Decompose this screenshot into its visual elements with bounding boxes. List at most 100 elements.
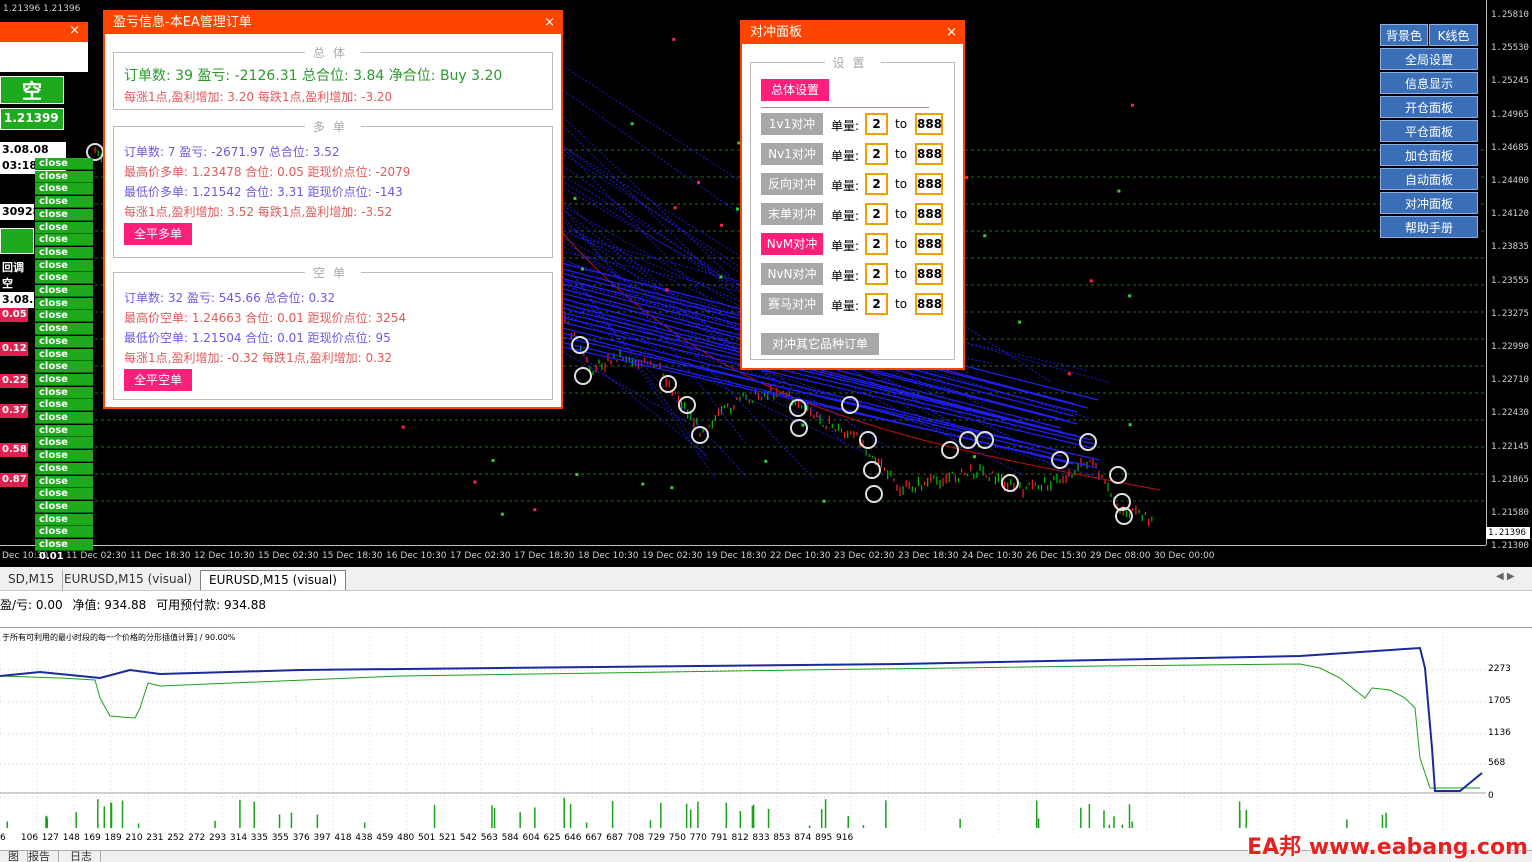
to-input[interactable]: 888: [915, 173, 943, 195]
close-order-button[interactable]: close 0.01: [35, 361, 93, 384]
bottom-tab-3[interactable]: 日志: [62, 851, 101, 862]
hedge-other-symbol-button[interactable]: 对冲其它品种订单: [761, 333, 879, 355]
to-input[interactable]: 888: [915, 113, 943, 135]
close-order-button[interactable]: close 0.01: [35, 513, 93, 537]
close-order-button[interactable]: close 0.01: [35, 488, 93, 511]
menu-item-2[interactable]: 信息显示: [1380, 72, 1478, 94]
short-button[interactable]: 空: [0, 76, 64, 104]
menu-item-3[interactable]: 开仓面板: [1380, 96, 1478, 118]
qty-input[interactable]: 2: [865, 143, 888, 165]
menu-item-4[interactable]: 平仓面板: [1380, 120, 1478, 142]
to-input[interactable]: 888: [915, 263, 943, 285]
close-order-button[interactable]: close 0.01: [35, 462, 93, 486]
qty-input[interactable]: 2: [865, 173, 888, 195]
close-order-button[interactable]: close 0.01: [35, 539, 93, 562]
to-input[interactable]: 888: [915, 203, 943, 225]
menu-item-8[interactable]: 帮助手册: [1380, 216, 1478, 238]
price-tick-label: 1.23275: [1491, 308, 1529, 319]
hedge-mode-button[interactable]: Nv1对冲: [761, 143, 823, 165]
close-all-long-button[interactable]: 全平多单: [124, 223, 192, 245]
close-order-button[interactable]: close 0.01: [35, 323, 93, 346]
close-order-button[interactable]: close 0.01: [35, 386, 93, 410]
close-order-button[interactable]: close 0.01: [35, 272, 93, 295]
tab-chart-3[interactable]: EURUSD,M15 (visual): [200, 570, 346, 590]
close-order-button[interactable]: close 0.01: [35, 399, 93, 422]
overall-settings-button[interactable]: 总体设置: [761, 79, 829, 101]
candle-color-button[interactable]: K线色: [1429, 24, 1478, 46]
close-order-button[interactable]: close 0.01: [35, 158, 93, 181]
hedge-panel-header[interactable]: 对冲面板 ×: [742, 22, 963, 44]
close-order-button[interactable]: close 0.01: [35, 412, 93, 435]
time-tick-label: 17 Dec 02:30: [450, 551, 511, 561]
bottom-tab-2[interactable]: 报告: [20, 851, 59, 862]
tab-chart-1[interactable]: SD,M15: [0, 570, 64, 590]
close-order-button[interactable]: close 0.01: [35, 183, 93, 206]
close-order-button[interactable]: close 0.01: [35, 348, 93, 372]
section-title: 设置: [824, 54, 881, 71]
close-order-button[interactable]: close 0.01: [35, 285, 93, 308]
qty-label: 单量:: [831, 269, 860, 283]
close-order-button[interactable]: close 0.01: [35, 335, 93, 359]
close-order-button[interactable]: close 0.01: [35, 437, 93, 460]
close-order-button[interactable]: close 0.01: [35, 310, 93, 333]
close-order-button[interactable]: close 0.01: [35, 246, 93, 270]
menu-item-7[interactable]: 对冲面板: [1380, 192, 1478, 214]
background-color-button[interactable]: 背景色: [1380, 24, 1428, 46]
tab-scroll-arrows[interactable]: ◀ ▶: [1496, 571, 1515, 582]
total-section: 总体 订单数: 39 盈亏: -2126.31 总合位: 3.84 净合位: B…: [113, 44, 553, 110]
menu-item-1[interactable]: 全局设置: [1380, 48, 1478, 70]
close-order-button[interactable]: close 0.01: [35, 208, 93, 232]
close-order-button[interactable]: close 0.01: [35, 170, 93, 194]
close-order-button[interactable]: close 0.01: [35, 450, 93, 473]
green-button[interactable]: [0, 228, 34, 254]
close-order-button[interactable]: close 0.01: [35, 196, 93, 219]
close-order-button[interactable]: close 0.01: [35, 475, 93, 499]
hedge-mode-button[interactable]: 1v1对冲: [761, 113, 823, 135]
red-value-badge: 0.37: [0, 404, 28, 418]
qty-input[interactable]: 2: [865, 203, 888, 225]
price-axis[interactable]: 1.25810 1.25530 1.25245 1.24965 1.24685 1.244…: [1486, 0, 1532, 551]
close-order-button[interactable]: close 0.01: [35, 259, 93, 283]
menu-item-5[interactable]: 加仓面板: [1380, 144, 1478, 166]
order-marker: [941, 441, 959, 459]
time-axis[interactable]: Dec 10:30 11 Dec 02:30 11 Dec 18:30 12 Dec …: [0, 545, 1486, 567]
to-input[interactable]: 888: [915, 293, 943, 315]
hedge-mode-button[interactable]: NvN对冲: [761, 263, 823, 285]
close-order-button[interactable]: close 0.01: [35, 526, 93, 549]
strategy-tester-graph[interactable]: 于所有可利用的最小时段的每一个价格的分形插值计算] / 90.00% 2273 1…: [0, 627, 1532, 862]
trade-arrow: [697, 180, 701, 184]
close-icon[interactable]: ×: [946, 22, 957, 44]
close-order-button[interactable]: close 0.01: [35, 221, 93, 245]
qty-input[interactable]: 2: [865, 233, 888, 255]
profit-panel-header[interactable]: 盈亏信息-本EA管理订单 ×: [105, 12, 561, 34]
close-order-button[interactable]: close 0.01: [35, 297, 93, 321]
price-tick-label: 1.21300: [1491, 541, 1529, 552]
close-all-short-button[interactable]: 全平空单: [124, 369, 192, 391]
tester-x-label: 521: [438, 833, 457, 843]
qty-input[interactable]: 2: [865, 293, 888, 315]
close-order-button[interactable]: close 0.01: [35, 234, 93, 257]
close-icon[interactable]: ×: [544, 12, 555, 34]
tab-chart-2[interactable]: EURUSD,M15 (visual): [56, 570, 201, 590]
close-order-button[interactable]: close 0.01: [35, 373, 93, 397]
hedge-mode-button[interactable]: 赛马对冲: [761, 293, 823, 315]
to-input[interactable]: 888: [915, 233, 943, 255]
time-tick-label: 12 Dec 10:30: [194, 551, 255, 561]
to-label: to: [895, 117, 908, 131]
long-section: 多单 订单数: 7 盈亏: -2671.97 总合位: 3.52 最高价多单: …: [113, 118, 553, 258]
chart-tabs: ◀ ▶ SD,M15 EURUSD,M15 (visual) EURUSD,M15 …: [0, 567, 1532, 591]
close-icon[interactable]: ×: [69, 23, 80, 38]
qty-input[interactable]: 2: [865, 113, 888, 135]
close-order-button[interactable]: close 0.01: [35, 500, 93, 524]
close-order-button[interactable]: close 0.01: [35, 424, 93, 448]
qty-input[interactable]: 2: [865, 263, 888, 285]
tester-x-label: 542: [459, 833, 477, 843]
trade-arrow: [1117, 189, 1121, 193]
hedge-mode-button[interactable]: 反向对冲: [761, 173, 823, 195]
to-input[interactable]: 888: [915, 143, 943, 165]
red-value-badge: 0.22: [0, 374, 28, 388]
hedge-mode-button[interactable]: 末单对冲: [761, 203, 823, 225]
section-title: 空单: [304, 264, 362, 281]
menu-item-6[interactable]: 自动面板: [1380, 168, 1478, 190]
hedge-mode-button[interactable]: NvM对冲: [761, 233, 823, 255]
